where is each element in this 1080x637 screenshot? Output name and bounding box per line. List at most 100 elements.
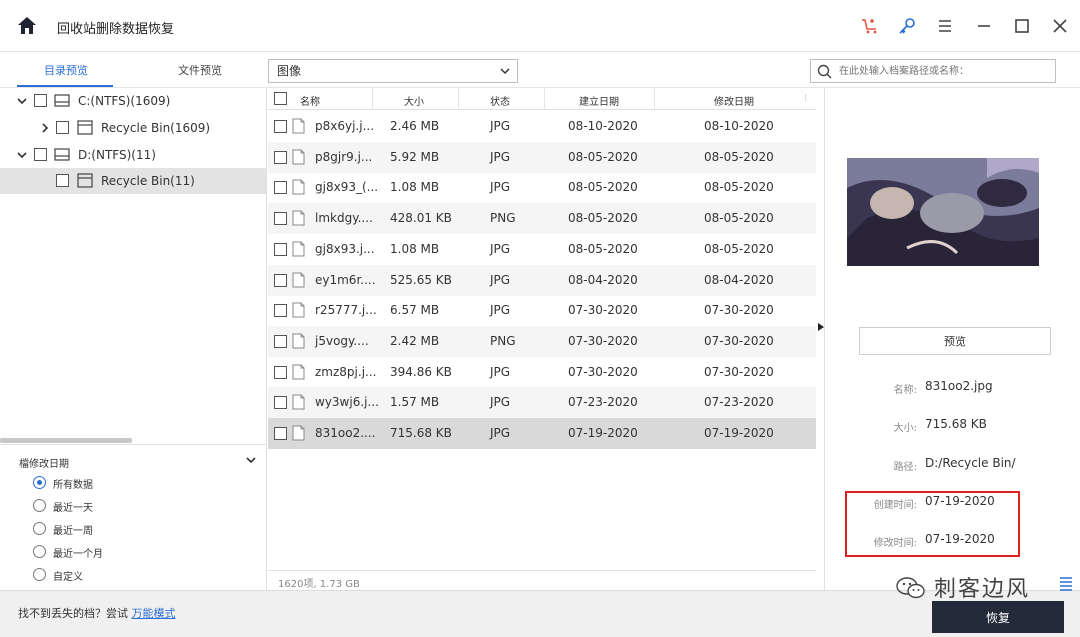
- cell-modified: 07-23-2020: [704, 395, 774, 410]
- table-row[interactable]: 831oo2.... 715.68 KB JPG 07-19-2020 07-19-20…: [268, 418, 816, 449]
- info-label: 大小:: [893, 423, 917, 434]
- cell-size: 428.01 KB: [390, 211, 452, 226]
- cell-modified: 08-05-2020: [704, 149, 774, 164]
- chevron-down-icon: [500, 68, 510, 75]
- cell-created: 07-30-2020: [568, 333, 638, 348]
- tree-item-d-drive[interactable]: D:(NTFS)(11): [0, 142, 266, 168]
- radio-button[interactable]: [33, 545, 46, 558]
- cart-icon[interactable]: [860, 16, 880, 36]
- checkbox[interactable]: [34, 94, 47, 107]
- cell-created: 08-10-2020: [568, 119, 638, 133]
- table-row[interactable]: gj8x93_(... 1.08 MB JPG 08-05-2020 08-05-202…: [268, 172, 816, 203]
- table-row[interactable]: lmkdgy.... 428.01 KB PNG 08-05-2020 08-05-20…: [268, 203, 816, 235]
- cell-size: 1.08 MB: [390, 180, 440, 195]
- column-overflow-icon[interactable]: ⁝: [804, 93, 807, 104]
- radio-label: 最近一周: [53, 526, 93, 537]
- column-header-created[interactable]: 建立日期: [579, 93, 619, 108]
- chevron-down-icon[interactable]: [17, 150, 27, 160]
- tab-directory-preview[interactable]: 目录预览: [44, 62, 88, 78]
- radio-button[interactable]: [33, 568, 46, 581]
- tree-item-label: Recycle Bin(1609): [101, 121, 211, 135]
- cell-modified: 08-05-2020: [704, 180, 774, 195]
- table-row[interactable]: ey1m6r.... 525.65 KB JPG 08-04-2020 08-04-20…: [268, 264, 816, 296]
- row-checkbox[interactable]: [274, 212, 287, 226]
- date-filter-header[interactable]: 檔修改日期: [0, 444, 266, 474]
- cell-created: 08-05-2020: [568, 180, 638, 195]
- checkbox[interactable]: [56, 174, 69, 187]
- cell-created: 07-23-2020: [568, 395, 638, 410]
- maximize-icon[interactable]: [1012, 16, 1032, 36]
- close-icon[interactable]: [1050, 16, 1070, 36]
- horizontal-scrollbar[interactable]: [0, 438, 132, 443]
- radio-button[interactable]: [33, 476, 46, 489]
- info-label: 名称:: [893, 385, 917, 396]
- table-row[interactable]: zmz8pj.j... 394.86 KB JPG 07-30-2020 07-30-2…: [268, 357, 816, 388]
- minimize-icon[interactable]: [974, 16, 994, 36]
- tree-item-c-recycle-bin[interactable]: Recycle Bin(1609): [0, 115, 266, 141]
- chevron-down-icon[interactable]: [246, 455, 256, 465]
- row-checkbox[interactable]: [274, 334, 287, 348]
- file-icon: [292, 149, 305, 165]
- row-checkbox[interactable]: [274, 181, 287, 195]
- chevron-down-icon[interactable]: [17, 96, 27, 106]
- row-checkbox[interactable]: [274, 365, 287, 379]
- cell-created: 08-05-2020: [568, 211, 638, 226]
- file-type-select[interactable]: 图像: [268, 59, 518, 83]
- row-checkbox[interactable]: [274, 304, 287, 318]
- search-input[interactable]: [839, 62, 1049, 80]
- column-header-status[interactable]: 状态: [490, 93, 510, 108]
- radio-button[interactable]: [33, 522, 46, 535]
- table-row[interactable]: r25777.j... 6.57 MB JPG 07-30-2020 07-30-202…: [268, 295, 816, 326]
- column-divider: [654, 88, 655, 110]
- row-checkbox[interactable]: [274, 242, 287, 256]
- highlight-box: [845, 491, 1020, 557]
- column-header-modified[interactable]: 修改日期: [714, 93, 754, 108]
- row-checkbox[interactable]: [274, 396, 287, 410]
- table-row[interactable]: gj8x93.j... 1.08 MB JPG 08-05-2020 08-05-202…: [268, 234, 816, 265]
- file-type-select-value: 图像: [277, 64, 302, 78]
- cell-created: 07-30-2020: [568, 303, 638, 318]
- table-row[interactable]: p8x6yj.j... 2.46 MB JPG 08-10-2020 08-10-202…: [268, 111, 816, 142]
- cell-modified: 07-30-2020: [704, 333, 774, 348]
- row-checkbox[interactable]: [274, 120, 287, 133]
- tab-file-preview[interactable]: 文件预览: [178, 62, 222, 78]
- cell-status: PNG: [490, 333, 516, 348]
- tree-item-d-recycle-bin[interactable]: Recycle Bin(11): [0, 168, 266, 194]
- radio-label: 最近一天: [53, 503, 93, 514]
- search-box[interactable]: [810, 59, 1056, 83]
- cell-created: 07-30-2020: [568, 364, 638, 379]
- table-row[interactable]: j5vogy.... 2.42 MB PNG 07-30-2020 07-30-2020: [268, 325, 816, 357]
- cell-created: 08-05-2020: [568, 241, 638, 256]
- tree-item-label: Recycle Bin(11): [101, 174, 195, 188]
- row-checkbox[interactable]: [274, 273, 287, 287]
- help-text: 找不到丢失的档？尝试 万能模式: [18, 605, 176, 621]
- table-header: 名称 大小 状态 建立日期 修改日期 ⁝: [268, 88, 816, 110]
- checkbox[interactable]: [34, 148, 47, 161]
- column-header-name[interactable]: 名称: [300, 93, 320, 108]
- preview-button[interactable]: 预览: [859, 327, 1051, 355]
- home-icon[interactable]: [16, 15, 38, 37]
- tree-item-c-drive[interactable]: C:(NTFS)(1609): [0, 88, 266, 114]
- radio-button[interactable]: [33, 499, 46, 512]
- cell-name: gj8x93.j...: [315, 241, 375, 256]
- file-icon: [292, 333, 305, 349]
- file-icon: [292, 179, 305, 195]
- file-icon: [292, 210, 305, 226]
- row-checkbox[interactable]: [274, 150, 287, 164]
- watermark-text: 刺客边风: [934, 577, 1031, 602]
- file-icon: [292, 272, 305, 287]
- cell-name: zmz8pj.j...: [315, 364, 377, 379]
- tree-item-label: C:(NTFS)(1609): [78, 94, 171, 108]
- table-row[interactable]: p8gjr9.j... 5.92 MB JPG 08-05-2020 08-05-202…: [268, 141, 816, 173]
- checkbox[interactable]: [56, 121, 69, 134]
- cell-status: JPG: [490, 395, 511, 410]
- help-prefix: 找不到丢失的档？尝试: [18, 607, 128, 620]
- select-all-checkbox[interactable]: [274, 92, 287, 105]
- menu-icon[interactable]: [935, 16, 955, 36]
- row-checkbox[interactable]: [274, 427, 287, 440]
- chevron-right-icon[interactable]: [40, 123, 50, 133]
- advanced-mode-link[interactable]: 万能模式: [132, 607, 176, 620]
- column-header-size[interactable]: 大小: [404, 93, 424, 108]
- key-icon[interactable]: [897, 16, 917, 36]
- table-row[interactable]: wy3wj6.j... 1.57 MB JPG 07-23-2020 07-23-202…: [268, 387, 816, 419]
